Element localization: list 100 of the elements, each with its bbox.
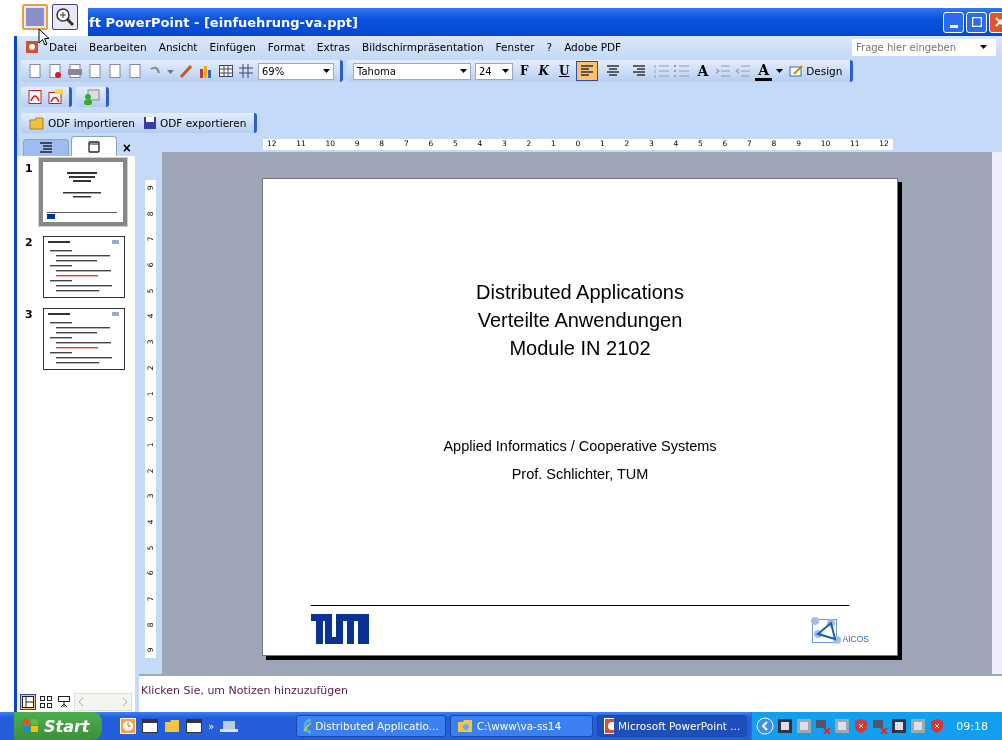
notes-pane[interactable]: Klicken Sie, um Notizen hinzuzufügen <box>139 674 1002 712</box>
normal-view-button[interactable] <box>20 694 36 710</box>
menu-item[interactable]: Datei <box>43 41 83 53</box>
menu-item[interactable]: Bearbeiten <box>83 41 153 53</box>
menu-item[interactable]: Format <box>261 41 311 53</box>
menu-item[interactable]: Ansicht <box>152 41 204 53</box>
window-icon[interactable] <box>186 718 203 734</box>
zoom-button[interactable] <box>52 4 78 30</box>
tray-icon[interactable] <box>777 718 794 734</box>
caret-icon <box>502 68 509 74</box>
pdf-icon[interactable] <box>27 89 43 105</box>
slides-tab[interactable] <box>70 136 117 156</box>
design-button[interactable]: Design <box>787 65 845 77</box>
clock: 09:18 <box>956 719 988 733</box>
people-icon[interactable] <box>82 89 100 105</box>
laptop-icon[interactable] <box>220 719 239 733</box>
slide-thumbnail[interactable] <box>39 158 127 226</box>
caret-icon <box>460 68 467 74</box>
clock-icon[interactable] <box>120 718 137 734</box>
window-title: ft PowerPoint - [einfuehrung-va.ppt] <box>89 14 359 30</box>
presentation-icon <box>604 718 614 734</box>
align-left-button[interactable] <box>576 61 599 81</box>
zoom-dropdown[interactable]: 69% <box>258 62 334 80</box>
font-color-button[interactable]: A <box>755 61 773 81</box>
task-label: Microsoft PowerPoint ... <box>618 720 741 732</box>
maximize-button[interactable] <box>966 11 987 33</box>
font-size-dropdown[interactable]: 24 <box>475 62 513 80</box>
grid-icon[interactable] <box>238 63 254 79</box>
caret-icon <box>323 68 330 74</box>
slide-thumbnail[interactable] <box>43 308 125 370</box>
taskbar-button[interactable]: Microsoft PowerPoint ... <box>597 715 748 737</box>
maximize-icon <box>971 17 982 27</box>
task-label: C:\www\va-ss14 <box>476 720 562 732</box>
slide-title: Distributed Applications <box>476 280 684 305</box>
zoom-icon <box>55 7 75 27</box>
shield-icon[interactable] <box>853 718 870 734</box>
slide-sorter-button[interactable] <box>38 694 54 710</box>
windows-flag-icon <box>22 718 40 734</box>
menu-item[interactable]: Extras <box>310 41 357 53</box>
logo-text: AICOS <box>842 634 869 644</box>
taskbar-button[interactable]: C:\www\va-ss14 <box>449 715 594 737</box>
tray-icon[interactable] <box>891 718 908 734</box>
outline-tab[interactable] <box>23 139 69 156</box>
minimize-button[interactable] <box>943 11 964 33</box>
folder-icon <box>456 718 473 734</box>
caret-icon[interactable] <box>980 44 987 50</box>
normal-view-icon <box>22 696 34 708</box>
notes-placeholder: Klicken Sie, um Notizen hinzuzufügen <box>141 684 348 697</box>
outline-icon <box>38 142 53 154</box>
document-icon[interactable] <box>47 63 63 79</box>
scrollbar[interactable] <box>992 152 1002 674</box>
menu-item[interactable]: Bildschirmpräsentation <box>356 41 490 53</box>
shield-icon[interactable] <box>929 718 946 734</box>
font-dropdown[interactable]: Tahoma <box>353 62 471 80</box>
bold-button[interactable]: F <box>517 61 532 81</box>
network-icon[interactable] <box>815 718 832 734</box>
slide-title: Module IN 2102 <box>509 336 651 361</box>
grid-icon <box>40 696 52 708</box>
close-icon <box>994 17 1002 27</box>
slideshow-button[interactable] <box>56 694 72 710</box>
slide-icon <box>87 140 100 153</box>
help-field[interactable]: Frage hier eingeben <box>852 38 996 56</box>
window-icon[interactable] <box>142 718 159 734</box>
pen-icon[interactable] <box>178 63 194 79</box>
odf-import-button[interactable]: ODF importieren <box>27 116 137 130</box>
save-icon <box>143 116 157 130</box>
underline-button[interactable]: U <box>555 61 573 81</box>
folder-icon <box>29 116 45 130</box>
slide-thumbnail[interactable] <box>43 236 125 298</box>
new-document-icon[interactable] <box>27 63 43 79</box>
folder-icon[interactable] <box>164 718 181 734</box>
slide-subtitle: Applied Informatics / Cooperative Systems <box>443 437 717 456</box>
italic-button[interactable]: K <box>535 61 552 81</box>
app-icon[interactable] <box>25 40 39 54</box>
slide-number: 2 <box>25 236 34 249</box>
caret-icon[interactable] <box>776 68 784 74</box>
menu-item[interactable]: Adobe PDF <box>558 41 628 53</box>
slide-number: 1 <box>25 162 34 175</box>
odf-export-button[interactable]: ODF exportieren <box>141 116 249 130</box>
grow-font-button[interactable]: A <box>694 61 712 81</box>
pdf-icon[interactable] <box>47 89 63 105</box>
align-center-icon <box>606 65 621 77</box>
menu-item[interactable]: Einfügen <box>203 41 262 53</box>
more-button[interactable]: » <box>208 720 215 732</box>
pencil-icon <box>789 65 804 77</box>
close-button[interactable]: × <box>118 140 135 156</box>
square-icon <box>25 7 45 27</box>
bullet-list-icon[interactable] <box>674 64 691 78</box>
menu-item[interactable]: ? <box>540 41 559 53</box>
table-icon[interactable] <box>218 63 234 79</box>
task-label: Distributed Applicatio... <box>315 720 439 732</box>
align-left-icon <box>580 65 595 77</box>
slide-number: 3 <box>25 308 34 321</box>
menu-item[interactable]: Fenster <box>489 41 541 53</box>
chart-icon[interactable] <box>198 63 214 79</box>
slide-subtitle: Prof. Schlichter, TUM <box>511 465 649 484</box>
taskbar-button[interactable]: Distributed Applicatio... <box>295 715 446 737</box>
logo-icon <box>311 614 369 644</box>
slide-title: Verteilte Anwendungen <box>477 308 683 333</box>
printer-icon[interactable] <box>67 63 83 79</box>
